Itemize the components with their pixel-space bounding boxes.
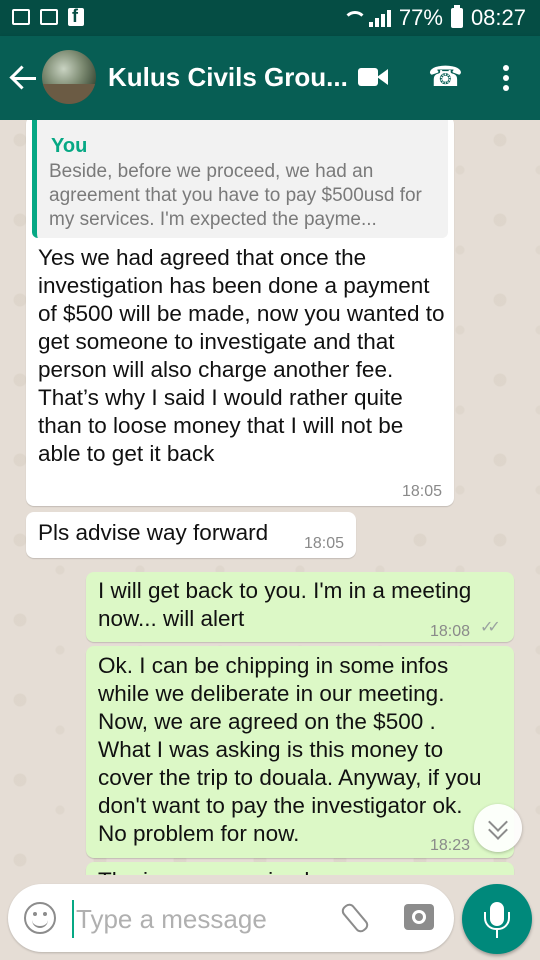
phone-call-icon[interactable]: ☎ (428, 62, 463, 92)
video-call-icon[interactable] (358, 66, 388, 88)
facebook-notification-icon (68, 6, 84, 27)
message-bubble-outgoing[interactable]: The issue was raised ... (86, 862, 514, 875)
message-bubble-incoming[interactable]: Pls advise way forward 18:05 (26, 512, 356, 558)
chat-header: Kulus Civils Grou... ☎ (0, 36, 540, 120)
read-receipt-icon: ✓✓ (480, 619, 501, 636)
voice-message-button[interactable] (462, 884, 532, 954)
group-avatar[interactable] (42, 50, 96, 104)
quote-text: Beside, before we proceed, we had an agr… (49, 161, 422, 230)
gallery-notification-icon (12, 9, 30, 25)
message-input-bar (8, 884, 454, 952)
battery-percent: 77% (398, 5, 443, 30)
system-indicators: 77% 08:27 (342, 5, 526, 31)
quoted-message[interactable]: You Beside, before we proceed, we had an… (32, 120, 448, 238)
emoji-icon[interactable] (24, 902, 56, 934)
more-options-icon[interactable] (496, 62, 516, 94)
battery-icon (450, 5, 463, 28)
camera-icon[interactable] (404, 904, 434, 930)
message-time: 18:08 (430, 623, 471, 640)
message-bubble-outgoing[interactable]: I will get back to you. I'm in a meeting… (86, 572, 514, 642)
back-arrow-icon[interactable] (10, 64, 38, 92)
message-time: 18:05 (402, 483, 443, 500)
notification-icons (12, 6, 84, 27)
video-notification-icon (40, 9, 58, 25)
message-text: The issue was raised ... (98, 867, 494, 875)
microphone-stand (496, 930, 498, 938)
message-input[interactable] (76, 901, 316, 937)
clock: 08:27 (470, 5, 526, 30)
signal-icon (368, 9, 391, 27)
text-cursor (72, 900, 74, 938)
status-bar: 77% 08:27 (0, 0, 540, 36)
message-time: 18:05 (304, 535, 345, 552)
scroll-to-bottom-button[interactable] (474, 804, 522, 852)
message-bubble-incoming[interactable]: You Beside, before we proceed, we had an… (26, 120, 454, 506)
chat-area[interactable]: You Beside, before we proceed, we had an… (0, 120, 540, 875)
chat-title[interactable]: Kulus Civils Grou... (108, 62, 348, 93)
wifi-icon (342, 9, 367, 27)
microphone-icon (484, 902, 510, 930)
message-time: 18:23 (430, 837, 471, 854)
message-text: Pls advise way forward (38, 520, 269, 545)
attach-icon[interactable] (338, 900, 372, 934)
message-text: Yes we had agreed that once the investig… (38, 245, 445, 466)
message-bubble-outgoing[interactable]: Ok. I can be chipping in some infos whil… (86, 646, 514, 858)
message-text: Ok. I can be chipping in some infos whil… (98, 653, 482, 846)
quote-author: You (51, 135, 88, 157)
